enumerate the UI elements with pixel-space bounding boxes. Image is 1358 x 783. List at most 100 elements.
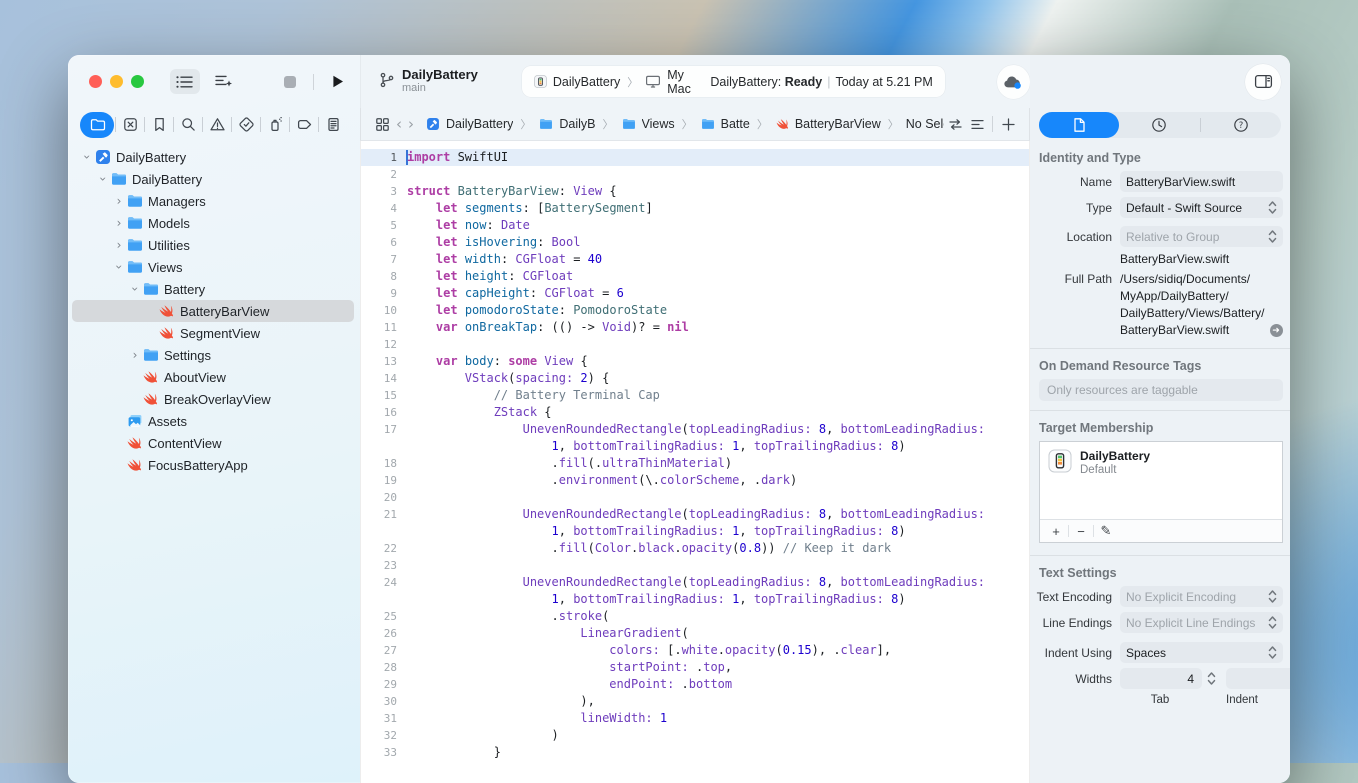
code-line[interactable]: 16 ZStack {: [361, 404, 1029, 421]
tab-width-field[interactable]: 4: [1120, 668, 1202, 689]
destination-selector[interactable]: My Mac: [645, 68, 710, 96]
editor-sparkle-button[interactable]: [208, 69, 238, 94]
line-number[interactable]: 14: [361, 370, 397, 387]
tree-row-DailyBattery[interactable]: ›DailyBattery: [68, 146, 360, 168]
code-line[interactable]: 24 UnevenRoundedRectangle(topLeadingRadi…: [361, 574, 1029, 591]
code-line[interactable]: 31 lineWidth: 1: [361, 710, 1029, 727]
code-line[interactable]: 10 let pomodoroState: PomodoroState: [361, 302, 1029, 319]
line-number[interactable]: 4: [361, 200, 397, 217]
forward-button[interactable]: ›: [408, 115, 414, 133]
close-window-button[interactable]: [89, 75, 102, 88]
breadcrumb-dailyb[interactable]: DailyB: [538, 117, 595, 131]
code-line[interactable]: 8 let height: CGFloat: [361, 268, 1029, 285]
open-in-finder-arrow-icon[interactable]: ➜: [1270, 324, 1283, 337]
code-line[interactable]: 19 .environment(\.colorScheme, .dark): [361, 472, 1029, 489]
odr-field[interactable]: Only resources are taggable: [1039, 379, 1283, 401]
code-line[interactable]: 17 UnevenRoundedRectangle(topLeadingRadi…: [361, 421, 1029, 438]
code-line[interactable]: 1, bottomTrailingRadius: 1, topTrailingR…: [361, 591, 1029, 608]
code-line[interactable]: 26 LinearGradient(: [361, 625, 1029, 642]
line-endings-select[interactable]: No Explicit Line Endings: [1120, 612, 1283, 633]
tree-row-BreakOverlayView[interactable]: BreakOverlayView: [68, 388, 360, 410]
line-number[interactable]: 23: [361, 557, 397, 574]
breadcrumb-views[interactable]: Views: [621, 117, 675, 131]
line-number[interactable]: 20: [361, 489, 397, 506]
back-button[interactable]: ‹: [396, 115, 402, 133]
line-number[interactable]: 31: [361, 710, 397, 727]
tree-row-ContentView[interactable]: ContentView: [68, 432, 360, 454]
disclosure-triangle-icon[interactable]: ›: [112, 216, 126, 230]
code-line[interactable]: 29 endPoint: .bottom: [361, 676, 1029, 693]
adjust-editor-button[interactable]: [966, 113, 988, 135]
line-number[interactable]: 33: [361, 744, 397, 761]
code-line[interactable]: 7 let width: CGFloat = 40: [361, 251, 1029, 268]
navigator-tab-tag[interactable]: [291, 112, 317, 138]
breadcrumb-batterybarview[interactable]: BatteryBarView: [775, 117, 881, 132]
tree-row-Assets[interactable]: Assets: [68, 410, 360, 432]
code-line[interactable]: 21 UnevenRoundedRectangle(topLeadingRadi…: [361, 506, 1029, 523]
line-number[interactable]: 30: [361, 693, 397, 710]
indent-width-field[interactable]: 4: [1226, 668, 1290, 689]
navigator-tab-warning-triangle[interactable]: [204, 112, 230, 138]
tree-row-FocusBatteryApp[interactable]: FocusBatteryApp: [68, 454, 360, 476]
breadcrumb-no-selection[interactable]: No Selection: [906, 117, 944, 131]
tree-row-Models[interactable]: ›Models: [68, 212, 360, 234]
name-field[interactable]: BatteryBarView.swift: [1120, 171, 1283, 192]
code-line[interactable]: 1, bottomTrailingRadius: 1, topTrailingR…: [361, 438, 1029, 455]
code-line[interactable]: 28 startPoint: .top,: [361, 659, 1029, 676]
line-number[interactable]: 12: [361, 336, 397, 353]
line-number[interactable]: 7: [361, 251, 397, 268]
navigator-tab-spray[interactable]: [262, 112, 288, 138]
tree-row-BatteryBarView[interactable]: BatteryBarView: [68, 300, 360, 322]
code-line[interactable]: 14 VStack(spacing: 2) {: [361, 370, 1029, 387]
navigator-tab-diamond-check[interactable]: [233, 112, 259, 138]
edit-target-button[interactable]: ✎: [1096, 523, 1116, 539]
code-line[interactable]: 27 colors: [.white.opacity(0.15), .clear…: [361, 642, 1029, 659]
cloud-sync-button[interactable]: [997, 65, 1030, 99]
breadcrumb-batte[interactable]: Batte: [700, 117, 750, 131]
line-number[interactable]: 2: [361, 166, 397, 183]
stop-button[interactable]: [275, 69, 305, 94]
disclosure-triangle-icon[interactable]: ›: [80, 150, 94, 164]
add-editor-button[interactable]: [997, 113, 1019, 135]
navigator-tab-search[interactable]: [175, 112, 201, 138]
navigator-tab-folder[interactable]: [80, 112, 114, 138]
line-number[interactable]: 29: [361, 676, 397, 693]
navigator-tab-report-doc[interactable]: [320, 112, 346, 138]
minimize-window-button[interactable]: [110, 75, 123, 88]
line-number[interactable]: 16: [361, 404, 397, 421]
type-select[interactable]: Default - Swift Source: [1120, 197, 1283, 218]
text-encoding-select[interactable]: No Explicit Encoding: [1120, 586, 1283, 607]
add-target-button[interactable]: +: [1046, 524, 1066, 539]
line-number[interactable]: 27: [361, 642, 397, 659]
code-line[interactable]: 32 ): [361, 727, 1029, 744]
code-line[interactable]: 25 .stroke(: [361, 608, 1029, 625]
code-line[interactable]: 15 // Battery Terminal Cap: [361, 387, 1029, 404]
tree-row-Settings[interactable]: ›Settings: [68, 344, 360, 366]
line-number[interactable]: 25: [361, 608, 397, 625]
run-button[interactable]: [322, 69, 352, 94]
line-number[interactable]: 6: [361, 234, 397, 251]
tree-row-AboutView[interactable]: AboutView: [68, 366, 360, 388]
code-review-button[interactable]: [944, 113, 966, 135]
code-line[interactable]: 2: [361, 166, 1029, 183]
code-line[interactable]: 1import SwiftUI: [361, 149, 1029, 166]
inspector-tab-file-doc[interactable]: [1039, 112, 1119, 138]
code-line[interactable]: 33 }: [361, 744, 1029, 761]
line-number[interactable]: 13: [361, 353, 397, 370]
code-line[interactable]: 5 let now: Date: [361, 217, 1029, 234]
toggle-inspector-button[interactable]: [1245, 64, 1281, 100]
code-line[interactable]: 23: [361, 557, 1029, 574]
indent-using-select[interactable]: Spaces: [1120, 642, 1283, 663]
line-number[interactable]: 22: [361, 540, 397, 557]
line-number[interactable]: 18: [361, 455, 397, 472]
code-line[interactable]: 11 var onBreakTap: (() -> Void)? = nil: [361, 319, 1029, 336]
code-line[interactable]: 3struct BatteryBarView: View {: [361, 183, 1029, 200]
tree-row-Managers[interactable]: ›Managers: [68, 190, 360, 212]
code-line[interactable]: 18 .fill(.ultraThinMaterial): [361, 455, 1029, 472]
code-line[interactable]: 22 .fill(Color.black.opacity(0.8)) // Ke…: [361, 540, 1029, 557]
toggle-navigator-button[interactable]: [170, 69, 200, 94]
line-number[interactable]: 26: [361, 625, 397, 642]
code-line[interactable]: 9 let capHeight: CGFloat = 6: [361, 285, 1029, 302]
code-line[interactable]: 12: [361, 336, 1029, 353]
line-number[interactable]: 28: [361, 659, 397, 676]
